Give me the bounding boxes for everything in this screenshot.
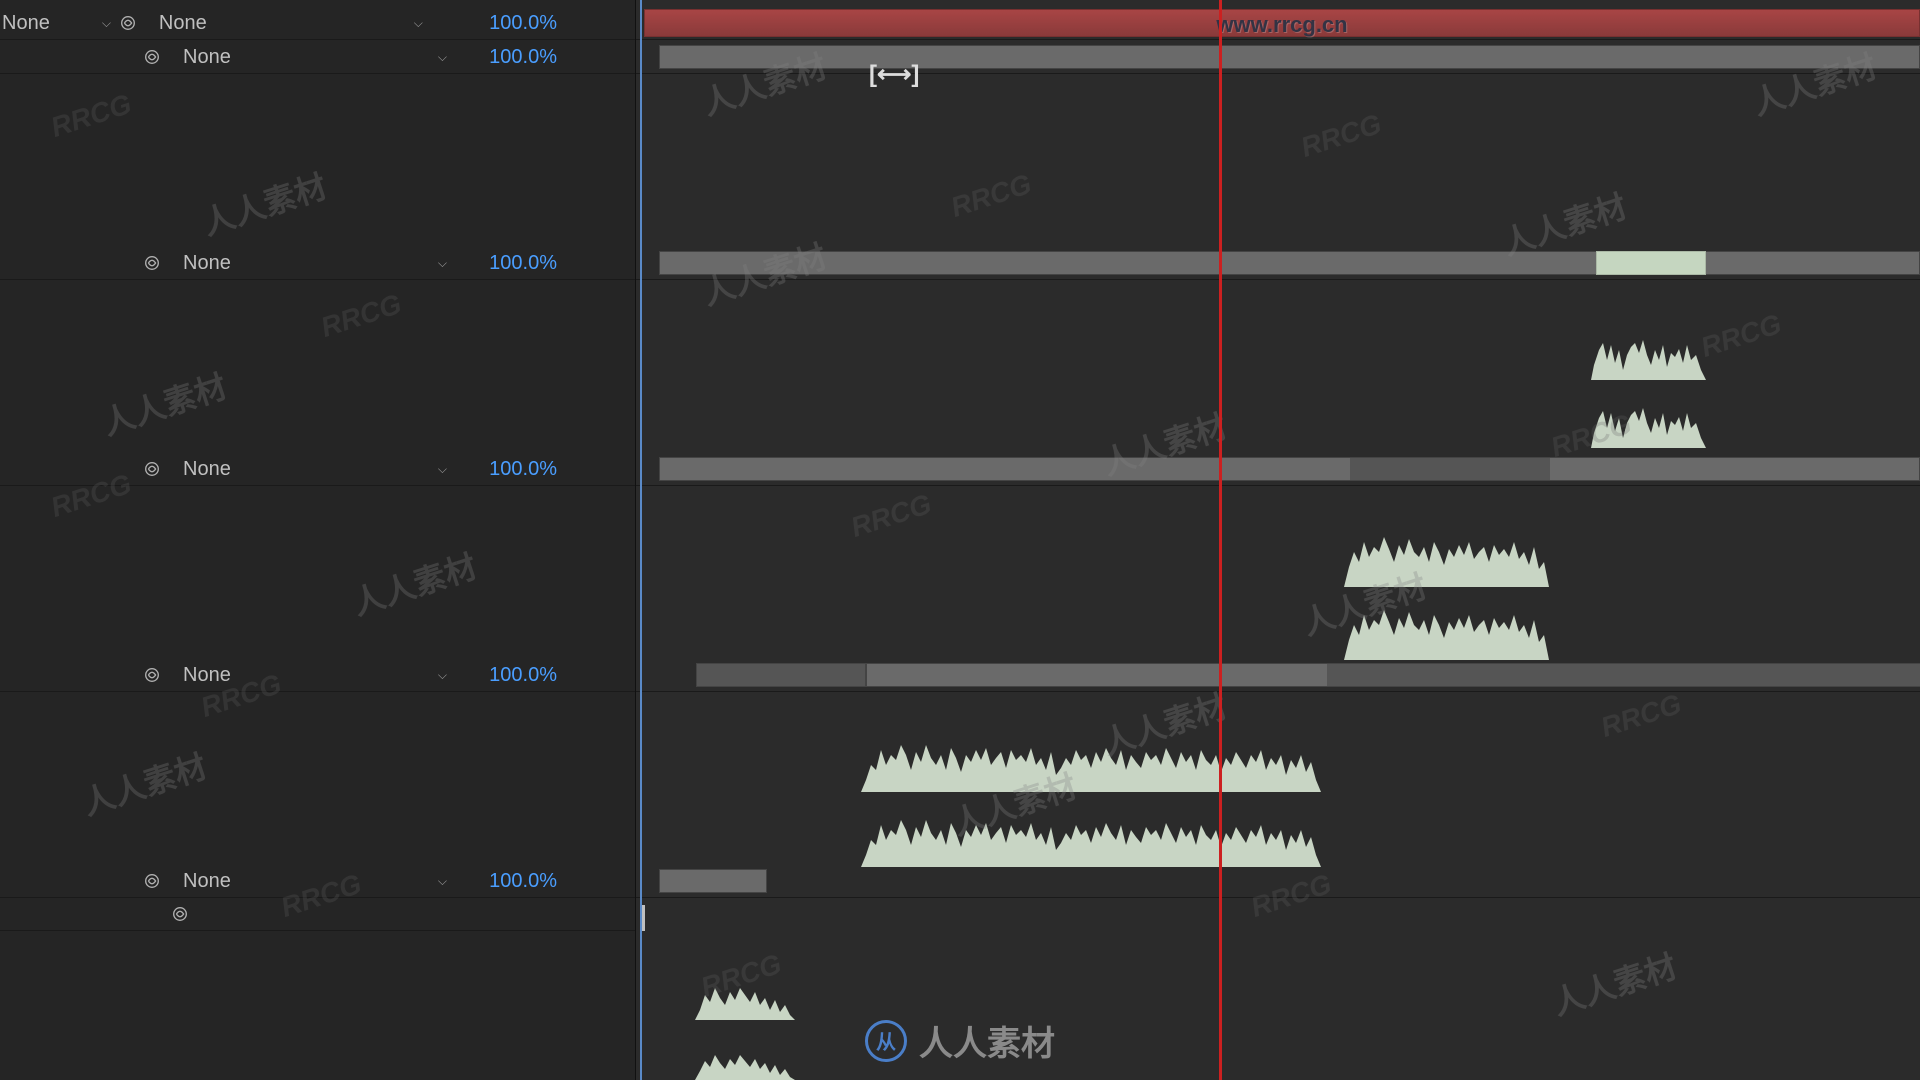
chevron-down-icon: ⌵ [438,462,447,477]
stretch-value[interactable]: 100.0% [489,458,557,481]
pickwhip-icon[interactable] [119,14,137,32]
parent-dropdown[interactable]: None ⌵ [183,46,447,69]
audio-waveform [1591,393,1706,448]
pickwhip-icon[interactable] [143,666,161,684]
layer-bar[interactable] [659,869,767,893]
pickwhip-icon[interactable] [171,905,189,923]
watermark-logo: 从 人人素材 [865,1016,1055,1065]
audio-waveform [861,730,1321,792]
layer-bar[interactable] [659,457,1920,481]
parent-label: None [2,12,50,35]
layer-bar[interactable] [659,45,1920,69]
parent-dropdown[interactable]: None ⌵ [183,664,447,687]
layer-property-row [0,898,635,931]
timeline-panel[interactable]: www.rrcg.cn [⟷] [636,0,1920,1080]
parent-label: None [183,458,231,481]
chevron-down-icon: ⌵ [438,50,447,65]
layer-property-row: None ⌵ 100.0% [0,659,635,692]
chevron-down-icon: ⌵ [438,874,447,889]
timeline-track[interactable] [636,659,1920,692]
chevron-down-icon: ⌵ [438,256,447,271]
parent-dropdown[interactable]: None ⌵ [2,12,111,35]
layer-bar[interactable] [866,663,1920,687]
stretch-value[interactable]: 100.0% [489,46,557,69]
stretch-value[interactable]: 100.0% [489,664,557,687]
stretch-value[interactable]: 100.0% [489,12,557,35]
parent-label: None [183,664,231,687]
timeline-track[interactable] [636,453,1920,486]
layer-properties-panel: None⌵None⌵100.0%None⌵100.0%None⌵100.0%No… [0,0,636,1080]
timeline-track[interactable] [636,247,1920,280]
parent-dropdown[interactable]: None ⌵ [183,870,447,893]
parent-dropdown[interactable]: None ⌵ [183,252,447,275]
timeline-track[interactable]: www.rrcg.cn [636,7,1920,40]
logo-text: 人人素材 [919,1016,1055,1065]
layer-property-row: None ⌵ 100.0% [0,865,635,898]
timeline-track[interactable] [636,41,1920,74]
layer-bar[interactable] [659,251,1920,275]
parent-dropdown[interactable]: None ⌵ [159,12,423,35]
layer-property-row: None ⌵ 100.0% [0,453,635,486]
layer-property-row: None ⌵ None ⌵ 100.0% [0,7,635,40]
layer-bar[interactable] [696,663,866,687]
parent-label: None [183,46,231,69]
layer-property-row: None ⌵ 100.0% [0,247,635,280]
parent-dropdown[interactable]: None ⌵ [183,458,447,481]
audio-waveform [695,1043,795,1080]
logo-icon: 从 [865,1020,907,1062]
pickwhip-icon[interactable] [143,254,161,272]
chevron-down-icon: ⌵ [414,16,423,31]
parent-label: None [159,12,207,35]
layer-property-row: None ⌵ 100.0% [0,41,635,74]
playhead[interactable] [1219,0,1222,1080]
work-area-start[interactable] [640,0,642,1080]
pickwhip-icon[interactable] [143,872,161,890]
chevron-down-icon: ⌵ [438,668,447,683]
parent-label: None [183,252,231,275]
audio-waveform [695,970,795,1020]
pickwhip-icon[interactable] [143,460,161,478]
ripple-edit-cursor-icon: [⟷] [869,60,919,89]
stretch-value[interactable]: 100.0% [489,252,557,275]
stretch-value[interactable]: 100.0% [489,870,557,893]
pickwhip-icon[interactable] [143,48,161,66]
clip-label: www.rrcg.cn [1216,12,1347,38]
audio-waveform [1591,325,1706,380]
audio-waveform [1344,527,1549,587]
parent-label: None [183,870,231,893]
video-clip[interactable] [1596,251,1706,275]
video-clip[interactable]: www.rrcg.cn [644,9,1920,37]
timeline-track[interactable] [636,865,1920,898]
chevron-down-icon: ⌵ [102,16,111,31]
audio-waveform [1344,600,1549,660]
audio-waveform [861,805,1321,867]
